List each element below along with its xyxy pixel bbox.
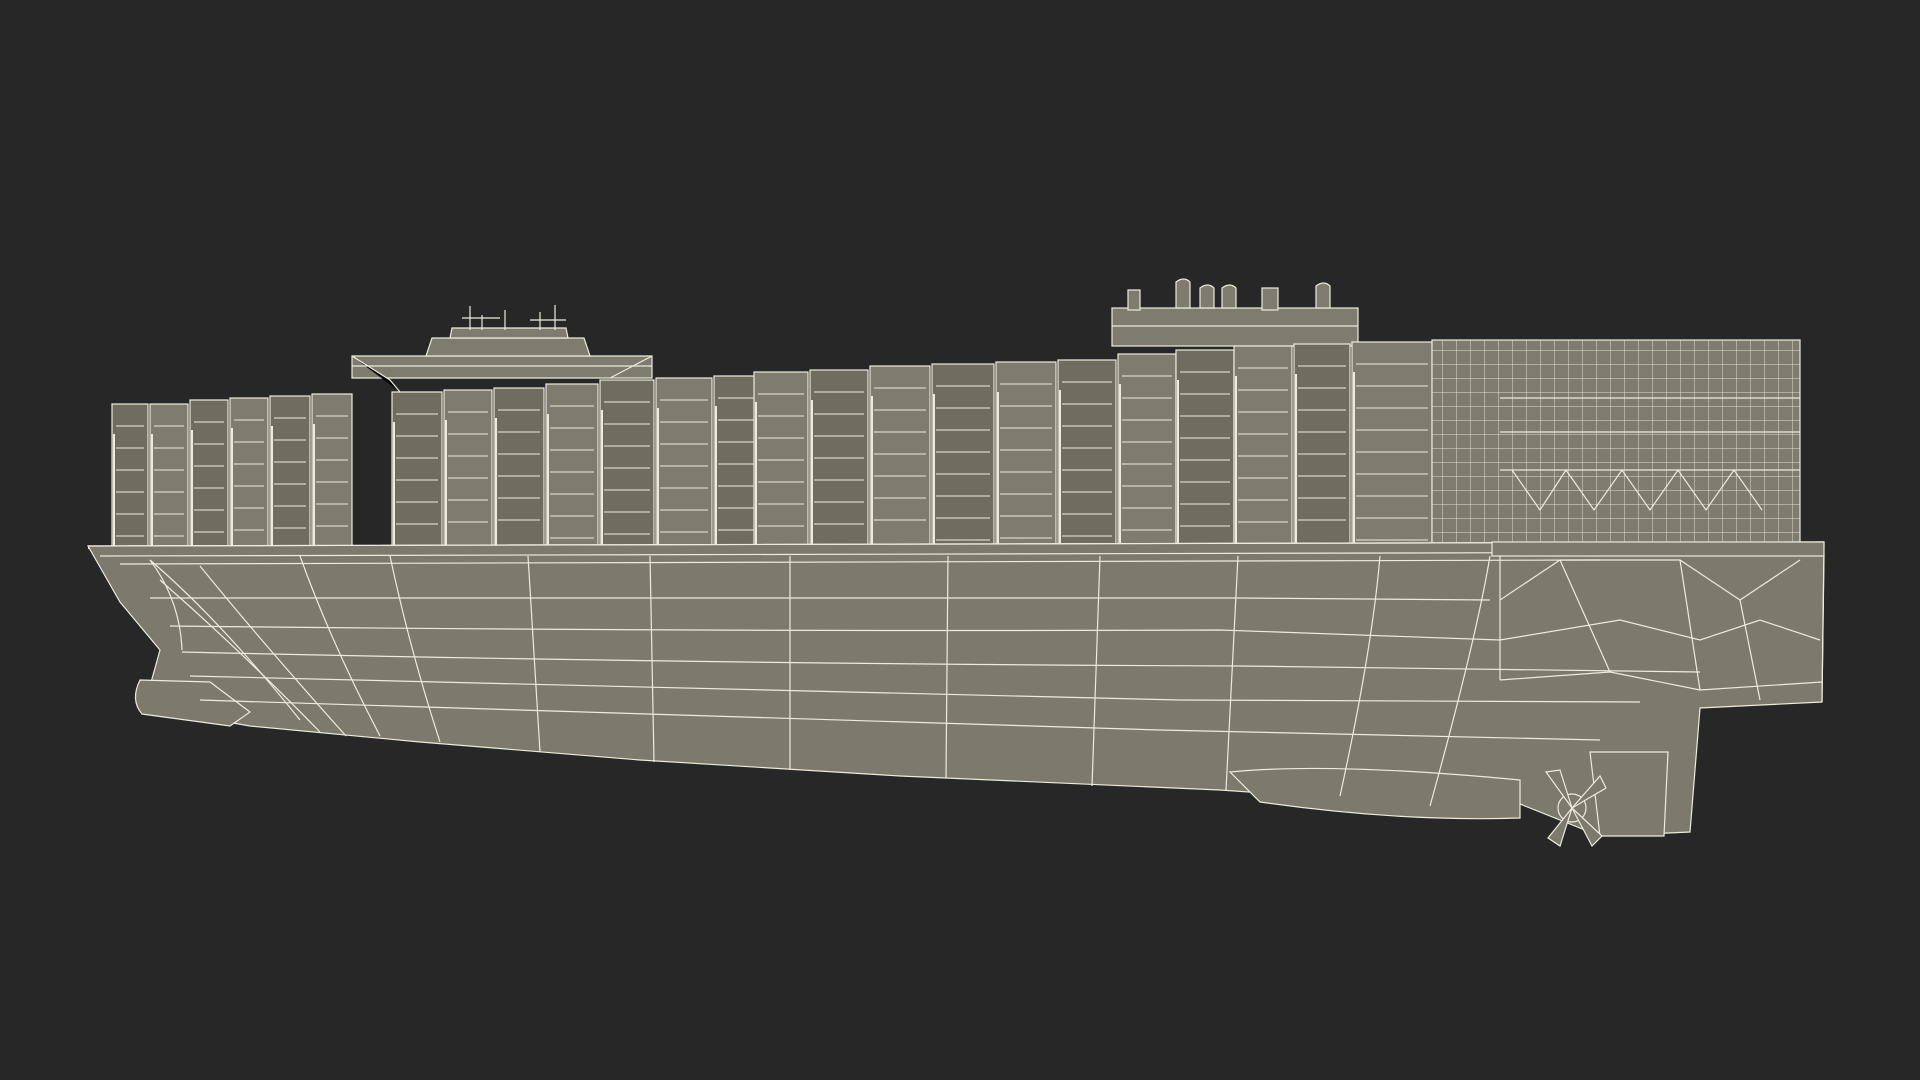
container-bay — [1351, 341, 1433, 549]
container-bay — [869, 365, 931, 549]
stern-lashing-grid — [1431, 339, 1801, 546]
container-bay — [995, 361, 1057, 549]
container-bay — [809, 369, 869, 549]
container-bay — [1233, 345, 1293, 549]
container-bay — [1175, 349, 1235, 549]
container-bay — [1293, 343, 1351, 549]
bridge-structure — [351, 305, 653, 393]
render-viewport — [0, 0, 1920, 1080]
container-bay — [311, 393, 353, 549]
container-bay — [545, 383, 599, 549]
container-bay — [443, 389, 493, 549]
funnel-block — [1111, 278, 1359, 347]
ship-wireframe-render — [86, 278, 1825, 848]
container-bay — [493, 387, 545, 549]
container-bay — [1057, 359, 1117, 549]
container-bay — [391, 391, 443, 549]
container-bay — [931, 363, 995, 549]
container-bay — [655, 377, 713, 549]
stern-hull-block — [1491, 541, 1825, 557]
container-bay — [269, 395, 311, 549]
hull — [86, 541, 1825, 848]
container-bay — [599, 379, 655, 549]
container-bay — [1117, 353, 1177, 549]
